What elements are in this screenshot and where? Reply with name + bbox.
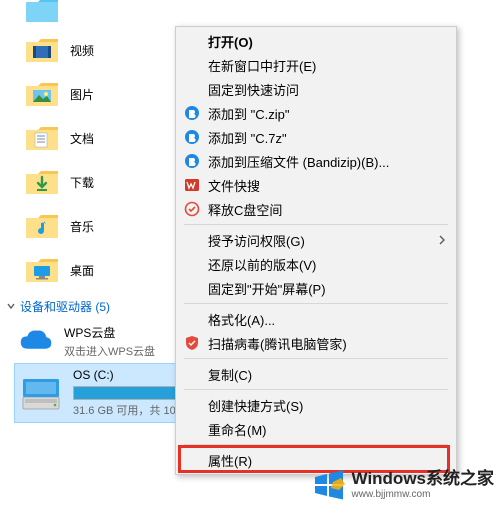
- watermark-url: www.bjjmmw.com: [352, 489, 494, 500]
- hdd-icon: [19, 371, 63, 415]
- nav-label: 下载: [70, 174, 94, 191]
- bandizip-icon: [184, 105, 200, 121]
- drive-sub: 双击进入WPS云盘: [64, 343, 155, 359]
- menu-grant-access[interactable]: 授予访问权限(G): [178, 228, 454, 252]
- nav-label: 音乐: [70, 218, 94, 235]
- menu-restore-previous[interactable]: 还原以前的版本(V): [178, 252, 454, 276]
- menu-rename[interactable]: 重命名(M): [178, 417, 454, 441]
- nav-videos[interactable]: 视频: [0, 28, 175, 72]
- nav-label: 图片: [70, 86, 94, 103]
- downloads-folder-icon: [24, 166, 60, 198]
- desktop-folder-icon: [24, 254, 60, 286]
- menu-format[interactable]: 格式化(A)...: [178, 307, 454, 331]
- nav-documents[interactable]: 文档: [0, 116, 175, 160]
- cloud-drive-icon: [16, 323, 54, 359]
- menu-create-shortcut[interactable]: 创建快捷方式(S): [178, 393, 454, 417]
- menu-file-search[interactable]: 文件快搜: [178, 173, 454, 197]
- drive-os-c[interactable]: OS (C:) 31.6 GB 可用，共 102 GB: [0, 361, 175, 425]
- wps-icon: [184, 177, 200, 193]
- folder-icon: [24, 0, 60, 26]
- watermark-title: Windows系统之家: [352, 470, 494, 489]
- menu-add-czip[interactable]: 添加到 "C.zip": [178, 101, 454, 125]
- bandizip-icon: [184, 129, 200, 145]
- cleanup-icon: [184, 201, 200, 217]
- context-menu: 打开(O) 在新窗口中打开(E) 固定到快速访问 添加到 "C.zip" 添加到…: [175, 26, 457, 475]
- drive-wps[interactable]: WPS云盘 双击进入WPS云盘: [0, 321, 175, 361]
- drive-name: WPS云盘: [64, 324, 155, 341]
- nav-pictures[interactable]: 图片: [0, 72, 175, 116]
- bandizip-icon: [184, 153, 200, 169]
- menu-separator: [184, 303, 448, 304]
- pictures-folder-icon: [24, 78, 60, 110]
- menu-add-bandizip[interactable]: 添加到压缩文件 (Bandizip)(B)...: [178, 149, 454, 173]
- menu-separator: [184, 358, 448, 359]
- section-title: 设备和驱动器 (5): [20, 298, 110, 315]
- menu-separator: [184, 389, 448, 390]
- menu-separator: [184, 444, 448, 445]
- windows-logo-icon: [312, 468, 346, 502]
- nav-desktop[interactable]: 桌面: [0, 248, 175, 292]
- menu-add-c7z[interactable]: 添加到 "C.7z": [178, 125, 454, 149]
- menu-copy[interactable]: 复制(C): [178, 362, 454, 386]
- submenu-arrow-icon: [438, 233, 446, 248]
- watermark: Windows系统之家 www.bjjmmw.com: [312, 468, 494, 502]
- nav-label: 桌面: [70, 262, 94, 279]
- menu-free-c-space[interactable]: 释放C盘空间: [178, 197, 454, 221]
- nav-downloads[interactable]: 下载: [0, 160, 175, 204]
- menu-open[interactable]: 打开(O): [178, 29, 454, 53]
- chevron-down-icon: [6, 300, 16, 314]
- documents-folder-icon: [24, 122, 60, 154]
- nav-label: 视频: [70, 42, 94, 59]
- devices-section-header[interactable]: 设备和驱动器 (5): [0, 292, 175, 321]
- nav-3d-objects[interactable]: [0, 0, 175, 28]
- video-folder-icon: [24, 34, 60, 66]
- nav-music[interactable]: 音乐: [0, 204, 175, 248]
- nav-sidebar: 视频 图片 文档 下载 音乐 桌面 设备和驱动器 (5): [0, 0, 175, 425]
- menu-pin-quick-access[interactable]: 固定到快速访问: [178, 77, 454, 101]
- music-folder-icon: [24, 210, 60, 242]
- menu-scan-virus[interactable]: 扫描病毒(腾讯电脑管家): [178, 331, 454, 355]
- menu-pin-start[interactable]: 固定到"开始"屏幕(P): [178, 276, 454, 300]
- shield-icon: [184, 335, 200, 351]
- menu-open-new-window[interactable]: 在新窗口中打开(E): [178, 53, 454, 77]
- menu-separator: [184, 224, 448, 225]
- nav-label: 文档: [70, 130, 94, 147]
